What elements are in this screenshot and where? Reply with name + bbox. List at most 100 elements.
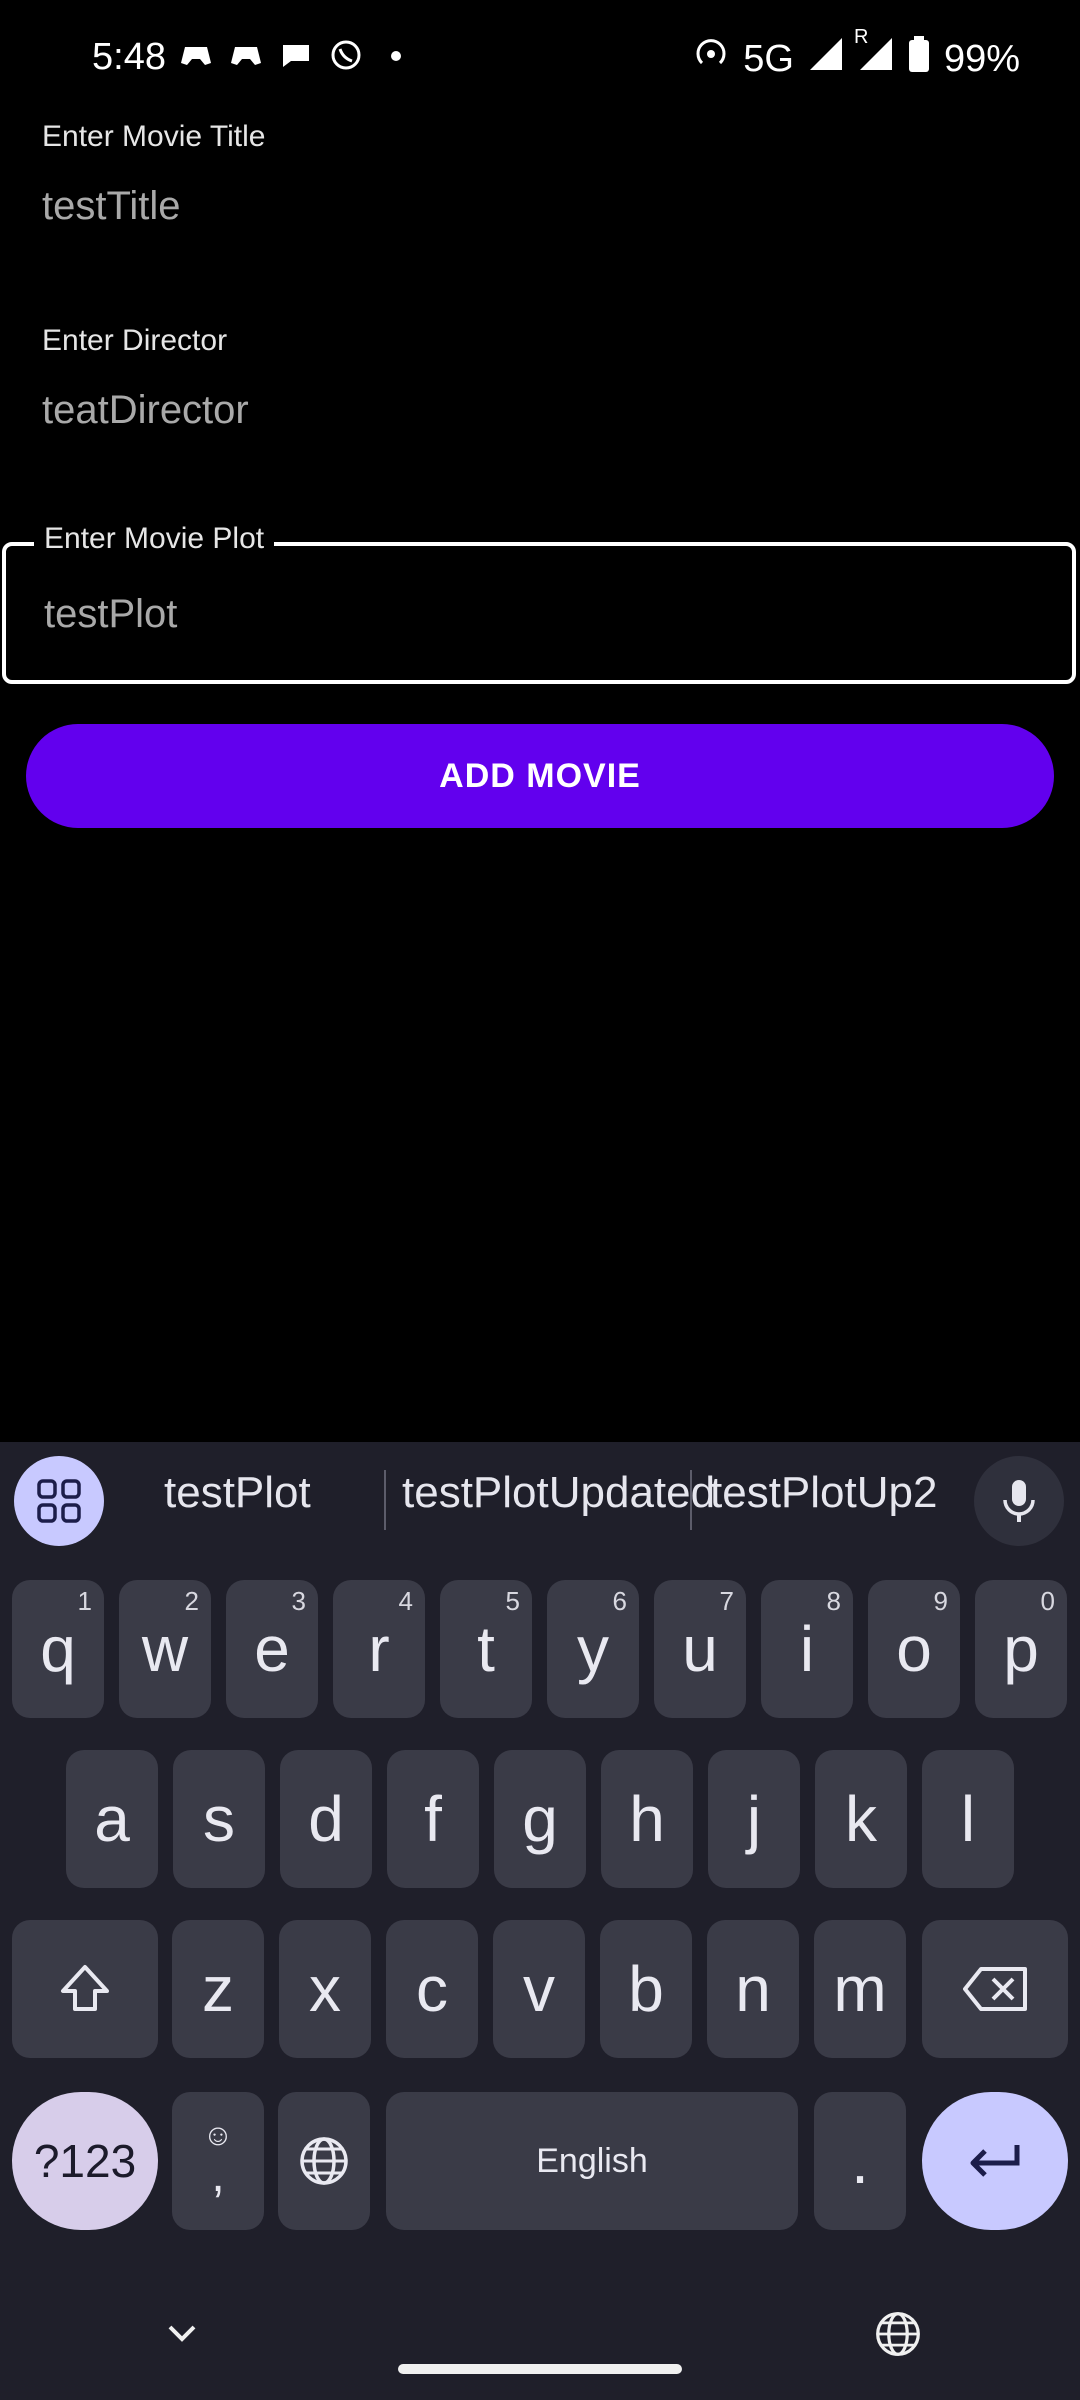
grid-icon — [37, 1479, 81, 1523]
movie-plot-field[interactable]: Enter Movie Plot testPlot — [2, 522, 1076, 684]
key-i[interactable]: i8 — [761, 1580, 853, 1718]
key-v[interactable]: v — [493, 1920, 585, 2058]
director-input[interactable]: teatDirector — [42, 388, 249, 433]
key-r[interactable]: r4 — [333, 1580, 425, 1718]
key-letter: w — [141, 1613, 189, 1685]
key-number-hint: 0 — [1040, 1586, 1055, 1616]
key-c[interactable]: c — [386, 1920, 478, 2058]
game-controller-icon — [228, 38, 264, 74]
hotspot-icon — [693, 36, 729, 82]
suggestion-3[interactable]: testPlotUp2 — [710, 1468, 937, 1518]
globe-icon — [300, 2137, 348, 2185]
on-screen-keyboard: testPlot testPlotUpdated testPlotUp2 q1w… — [0, 1442, 1080, 2400]
symbols-key[interactable]: ?123 — [12, 2092, 158, 2230]
key-o[interactable]: o9 — [868, 1580, 960, 1718]
suggestion-divider — [690, 1470, 692, 1530]
key-d[interactable]: d — [280, 1750, 372, 1888]
enter-arrow-icon — [970, 2145, 1020, 2177]
key-y[interactable]: y6 — [547, 1580, 639, 1718]
language-key[interactable] — [278, 2092, 370, 2230]
key-letter: p — [1003, 1613, 1039, 1685]
emoji-icon: ☺ — [202, 2119, 234, 2152]
key-s[interactable]: s — [173, 1750, 265, 1888]
hide-keyboard-button[interactable] — [156, 2308, 208, 2360]
key-k[interactable]: k — [815, 1750, 907, 1888]
key-l[interactable]: l — [922, 1750, 1014, 1888]
key-number-hint: 1 — [77, 1586, 92, 1616]
movie-title-field[interactable]: Enter Movie Title testTitle — [0, 110, 1080, 260]
suggestion-2[interactable]: testPlotUpdated — [402, 1468, 715, 1518]
key-a[interactable]: a — [66, 1750, 158, 1888]
key-q[interactable]: q1 — [12, 1580, 104, 1718]
key-t[interactable]: t5 — [440, 1580, 532, 1718]
movie-title-label: Enter Movie Title — [42, 120, 266, 153]
key-m[interactable]: m — [814, 1920, 906, 2058]
home-gesture-pill[interactable] — [398, 2364, 682, 2374]
key-f[interactable]: f — [387, 1750, 479, 1888]
key-letter: u — [682, 1613, 718, 1685]
chat-bubble-icon — [278, 38, 314, 74]
key-e[interactable]: e3 — [226, 1580, 318, 1718]
shift-arrow-icon — [61, 1965, 109, 2011]
key-h[interactable]: h — [601, 1750, 693, 1888]
key-number-hint: 6 — [612, 1586, 627, 1616]
signal-icon — [808, 36, 844, 82]
backspace-icon — [963, 1967, 1027, 2011]
status-bar: 5:48 5G R 99% — [0, 0, 1080, 120]
battery-icon — [908, 36, 930, 82]
roaming-signal-icon: R — [854, 26, 894, 82]
globe-icon — [876, 2312, 920, 2356]
period-key[interactable]: . — [814, 2092, 906, 2230]
status-right: 5G R 99% — [693, 26, 1020, 82]
director-field[interactable]: Enter Director teatDirector — [0, 314, 1080, 464]
key-w[interactable]: w2 — [119, 1580, 211, 1718]
viber-icon — [328, 38, 364, 74]
keyboard-language-button[interactable] — [872, 2308, 924, 2360]
key-p[interactable]: p0 — [975, 1580, 1067, 1718]
space-label: English — [536, 2141, 648, 2180]
key-letter: y — [577, 1613, 609, 1685]
suggestion-1[interactable]: testPlot — [164, 1468, 311, 1518]
key-b[interactable]: b — [600, 1920, 692, 2058]
key-number-hint: 7 — [719, 1586, 734, 1616]
key-number-hint: 2 — [184, 1586, 199, 1616]
key-g[interactable]: g — [494, 1750, 586, 1888]
key-number-hint: 5 — [505, 1586, 520, 1616]
key-number-hint: 4 — [398, 1586, 413, 1616]
suggestion-divider — [384, 1470, 386, 1530]
comma-emoji-key[interactable]: ☺ , — [172, 2092, 264, 2230]
navigation-bar — [0, 2280, 1080, 2400]
movie-plot-label: Enter Movie Plot — [34, 522, 275, 556]
movie-title-input[interactable]: testTitle — [42, 184, 181, 229]
enter-key[interactable] — [922, 2092, 1068, 2230]
key-letter: q — [40, 1613, 76, 1685]
key-u[interactable]: u7 — [654, 1580, 746, 1718]
key-number-hint: 8 — [826, 1586, 841, 1616]
voice-input-button[interactable] — [974, 1456, 1064, 1546]
add-movie-button[interactable]: ADD MOVIE — [26, 724, 1054, 828]
backspace-key[interactable] — [922, 1920, 1068, 2058]
notification-icons — [178, 38, 414, 74]
movie-plot-input[interactable]: testPlot — [44, 592, 177, 637]
more-notifications-dot-icon — [378, 38, 414, 74]
key-letter: r — [368, 1613, 390, 1685]
microphone-icon — [1003, 1480, 1035, 1522]
director-label: Enter Director — [42, 324, 228, 357]
key-j[interactable]: j — [708, 1750, 800, 1888]
comma-label: , — [211, 2149, 225, 2202]
key-number-hint: 9 — [933, 1586, 948, 1616]
space-key[interactable]: English — [386, 2092, 798, 2230]
key-letter: i — [799, 1613, 815, 1685]
game-controller-icon — [178, 38, 214, 74]
key-x[interactable]: x — [279, 1920, 371, 2058]
key-letter: t — [477, 1613, 495, 1685]
key-z[interactable]: z — [172, 1920, 264, 2058]
keyboard-apps-button[interactable] — [14, 1456, 104, 1546]
shift-key[interactable] — [12, 1920, 158, 2058]
status-time: 5:48 — [92, 36, 166, 78]
key-letter: o — [896, 1613, 932, 1685]
suggestion-bar: testPlot testPlotUpdated testPlotUp2 — [0, 1442, 1080, 1554]
key-n[interactable]: n — [707, 1920, 799, 2058]
key-number-hint: 3 — [291, 1586, 306, 1616]
chevron-down-icon — [168, 2325, 196, 2342]
